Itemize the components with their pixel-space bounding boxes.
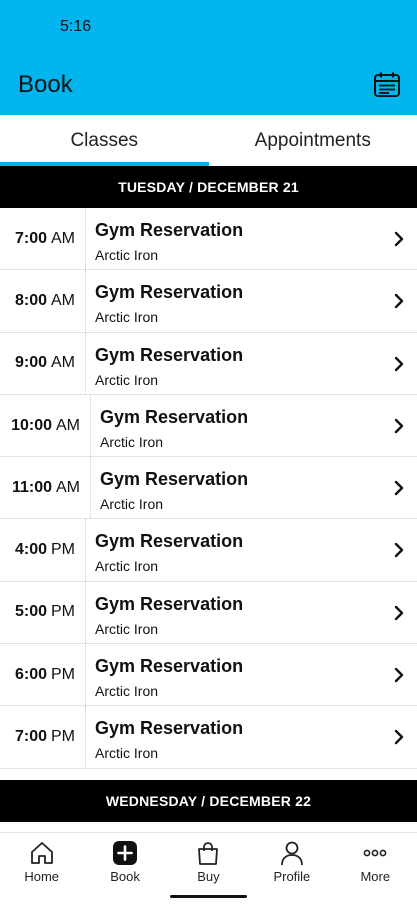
row-divider <box>90 394 91 457</box>
chevron-right-icon <box>394 605 404 620</box>
nav-label: Home <box>24 869 60 884</box>
nav-label: More <box>360 869 391 884</box>
tab-appointments[interactable]: Appointments <box>209 115 417 166</box>
class-title: Gym Reservation <box>95 718 244 739</box>
row-divider <box>85 270 86 332</box>
class-row[interactable]: 5:00 PM Gym Reservation Arctic Iron <box>0 581 417 645</box>
nav-label: Book <box>110 869 140 884</box>
tab-classes[interactable]: Classes <box>0 115 209 166</box>
nav-label: Profile <box>273 869 311 884</box>
class-title: Gym Reservation <box>95 220 244 240</box>
chevron-right-icon <box>394 480 404 496</box>
chevron-right-icon <box>394 543 404 558</box>
class-location: Arctic Iron <box>95 371 159 388</box>
class-list: 7:00 AM Gym Reservation Arctic Iron 8:00 AM Gy… <box>0 208 417 769</box>
home-icon <box>30 842 53 864</box>
class-title: Gym Reservation <box>95 656 244 677</box>
class-row[interactable]: 9:00 AM Gym Reservation Arctic Iron <box>0 332 417 395</box>
day-header: WEDNESDAY / DECEMBER 22 <box>0 780 417 822</box>
class-row[interactable]: 7:00 AM Gym Reservation Arctic Iron <box>0 208 417 271</box>
chevron-right-icon <box>394 667 404 683</box>
day-header: TUESDAY / DECEMBER 21 <box>0 166 417 208</box>
nav-book[interactable]: Book <box>83 833 166 905</box>
time-ampm: AM <box>56 416 80 434</box>
class-location: Arctic Iron <box>95 558 159 575</box>
class-title: Gym Reservation <box>95 282 244 303</box>
class-location: Arctic Iron <box>95 620 159 637</box>
nav-profile[interactable]: Profile <box>250 833 333 905</box>
class-row[interactable]: 4:00 PM Gym Reservation Arctic Iron <box>0 519 417 582</box>
class-row[interactable]: 11:00 AM Gym Reservation Arctic Iron <box>0 457 417 520</box>
row-divider <box>90 457 91 519</box>
class-time: 6:00 PM <box>0 644 75 705</box>
class-title: Gym Reservation <box>100 469 249 490</box>
plus-icon <box>113 841 138 865</box>
class-location: Arctic Iron <box>95 309 159 326</box>
chevron-right-icon <box>394 294 404 309</box>
class-title: Gym Reservation <box>95 344 244 365</box>
nav-more[interactable]: More <box>334 833 417 905</box>
row-divider <box>85 706 86 768</box>
tab-bar: Classes Appointments <box>0 115 417 166</box>
class-time: 10:00 AM <box>0 395 80 456</box>
nav-home[interactable]: Home <box>0 833 83 905</box>
row-divider <box>85 332 86 394</box>
home-indicator <box>170 895 247 898</box>
time-ampm: PM <box>51 541 75 559</box>
app-bar: 5:16 Book <box>0 0 417 115</box>
time-value: 4:00 <box>14 541 47 559</box>
calendar-icon[interactable] <box>373 71 401 99</box>
class-time: 8:00 AM <box>0 270 75 331</box>
class-time: 4:00 PM <box>0 519 75 580</box>
class-time: 5:00 PM <box>0 582 75 643</box>
class-time: 11:00 AM <box>0 457 80 518</box>
time-value: 9:00 <box>14 354 47 372</box>
time-ampm: AM <box>56 478 80 496</box>
class-title: Gym Reservation <box>95 593 244 614</box>
class-title: Gym Reservation <box>95 531 244 552</box>
chevron-right-icon <box>394 418 404 434</box>
time-ampm: PM <box>51 728 75 746</box>
time-value: 7:00 <box>14 229 47 247</box>
time-value: 10:00 <box>11 416 52 434</box>
class-time: 7:00 PM <box>0 706 75 767</box>
row-divider <box>85 581 86 644</box>
chevron-right-icon <box>394 356 404 371</box>
row-divider <box>85 519 86 581</box>
row-divider <box>85 644 86 706</box>
time-value: 6:00 <box>14 665 47 683</box>
time-ampm: PM <box>51 603 75 621</box>
status-time: 5:16 <box>60 18 92 35</box>
row-divider <box>85 208 86 270</box>
chevron-right-icon <box>394 231 404 247</box>
class-row[interactable]: 10:00 AM Gym Reservation Arctic Iron <box>0 394 417 458</box>
chevron-right-icon <box>394 730 404 745</box>
person-icon <box>280 841 303 866</box>
class-row[interactable]: 8:00 AM Gym Reservation Arctic Iron <box>0 270 417 333</box>
class-title: Gym Reservation <box>100 406 249 427</box>
class-time: 9:00 AM <box>0 333 75 394</box>
more-dots-icon <box>363 849 387 857</box>
page-title: Book <box>18 71 73 98</box>
class-time: 7:00 AM <box>0 208 75 269</box>
nav-label: Buy <box>197 869 220 884</box>
class-location: Arctic Iron <box>95 683 159 700</box>
time-value: 7:00 <box>14 728 47 746</box>
time-ampm: AM <box>51 291 75 309</box>
class-location: Arctic Iron <box>100 433 164 450</box>
class-location: Arctic Iron <box>100 496 164 513</box>
class-row[interactable]: 7:00 PM Gym Reservation Arctic Iron <box>0 706 417 769</box>
time-value: 8:00 <box>14 291 47 309</box>
time-value: 5:00 <box>14 603 47 621</box>
class-location: Arctic Iron <box>95 745 159 762</box>
time-ampm: AM <box>51 229 75 247</box>
time-ampm: PM <box>51 665 75 683</box>
time-value: 11:00 <box>11 478 52 496</box>
shopping-bag-icon <box>198 842 219 865</box>
class-row[interactable]: 6:00 PM Gym Reservation Arctic Iron <box>0 644 417 707</box>
class-location: Arctic Iron <box>95 247 159 263</box>
time-ampm: AM <box>51 354 75 372</box>
